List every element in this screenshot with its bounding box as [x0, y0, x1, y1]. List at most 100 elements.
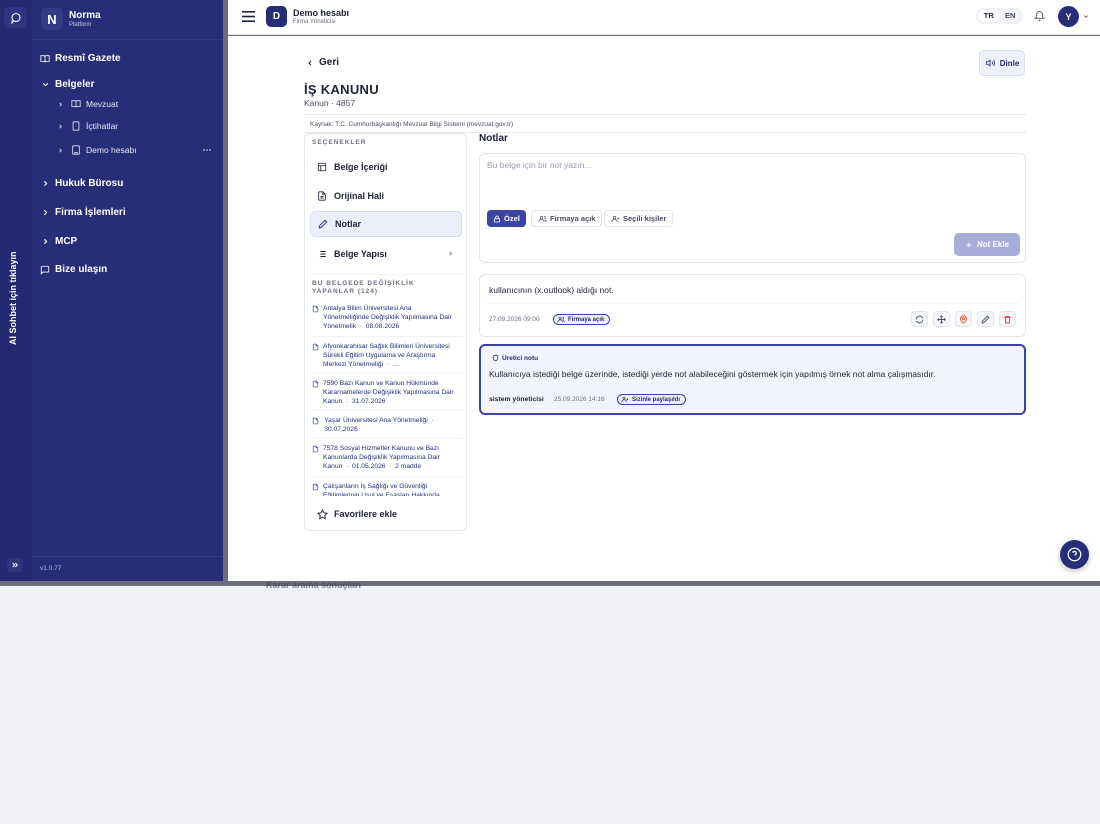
divider	[312, 438, 462, 439]
change-date: 31.07.2026	[352, 398, 386, 405]
ai-chat-button[interactable]	[4, 7, 27, 28]
change-item[interactable]: Afyonkarahisar Sağlık Bilimleri Üniversi…	[312, 342, 458, 370]
sidebar-subitem-mevzuat[interactable]: Mevzuat	[57, 99, 118, 109]
sidebar-item-resmi-gazete[interactable]: Resmî Gazete	[40, 53, 121, 64]
chevron-right-icon	[57, 101, 65, 108]
back-button[interactable]: Geri	[306, 57, 339, 68]
change-item[interactable]: Antalya Bilim Üniversitesi Ana Yönetmeli…	[312, 304, 458, 331]
locate-note-button[interactable]	[955, 311, 972, 327]
user-avatar[interactable]: Y	[1058, 6, 1079, 27]
note-author: sistem yöneticisi	[489, 396, 544, 403]
sidebar-item-bize-ulasin[interactable]: Bize ulaşın	[40, 264, 107, 275]
change-item[interactable]: Çalışanların İş Sağlığı ve Güvenliği Eği…	[312, 482, 458, 496]
sidebar-item-label: Hukuk Bürosu	[55, 178, 124, 189]
menu-toggle-button[interactable]	[242, 11, 255, 22]
sidebar-item-hukuk-burosu[interactable]: Hukuk Bürosu	[40, 178, 123, 189]
chevron-left-icon	[308, 60, 312, 65]
visibility-company-button[interactable]: Firmaya açık	[531, 210, 603, 227]
listen-label: Dinle	[999, 58, 1020, 68]
sidebar-item-belgeler[interactable]: Belgeler	[40, 79, 94, 90]
delete-note-button[interactable]	[999, 311, 1016, 327]
chat-bubble-icon	[10, 12, 21, 24]
document-icon	[312, 444, 319, 471]
document-icon	[312, 416, 320, 434]
sidebar-subitem-ictihatlar[interactable]: İçtihatlar	[57, 121, 118, 131]
sidebar: N Norma Platform Resmî Gazete Belgeler M…	[32, 0, 223, 581]
change-title: Afyonkarahisar Sağlık Bilimleri Üniversi…	[323, 343, 450, 368]
hamburger-icon	[242, 11, 255, 22]
document-icon	[312, 342, 319, 370]
note-date: 25.09.2026 14:16	[554, 396, 605, 403]
notifications-button[interactable]	[1034, 10, 1045, 22]
language-switch[interactable]: TR EN	[976, 8, 1023, 24]
change-item[interactable]: 7578 Sosyal Hizmetler Kanunu ve Bazı Kan…	[312, 444, 458, 471]
option-belge-icerigi[interactable]: Belge İçeriği	[310, 154, 462, 180]
trash-icon	[1004, 315, 1011, 323]
bell-icon	[1034, 11, 1045, 22]
change-date: 01.05.2026	[352, 463, 386, 470]
chevron-right-icon	[40, 237, 50, 247]
chevron-down-icon	[40, 80, 50, 90]
option-notlar[interactable]: Notlar	[310, 211, 462, 237]
refresh-icon	[915, 315, 924, 323]
changes-caption: BU BELGEDE DEĞİŞİKLİK YAPANLAR (124)	[312, 280, 415, 295]
option-orijinal-hali[interactable]: Orijinal Hali	[310, 183, 462, 209]
sidebar-item-label: Resmî Gazete	[55, 53, 121, 64]
divider	[487, 303, 1018, 304]
sidebar-item-firma-islemleri[interactable]: Firma İşlemleri	[40, 207, 126, 218]
document-icon	[312, 304, 319, 331]
note-shared-badge: Sizinle paylaşıldı	[617, 394, 687, 405]
change-item[interactable]: Yaşar Üniversitesi Ana Yönetmeliği · 30.…	[312, 416, 458, 434]
favorite-label: Favorilere ekle	[334, 509, 398, 519]
expand-sidebar-button[interactable]	[7, 558, 23, 572]
badge-label: Firmaya açık	[568, 316, 605, 323]
add-to-favorites-button[interactable]: Favorilere ekle	[305, 497, 466, 530]
document-icon	[312, 379, 319, 406]
move-note-button[interactable]	[933, 311, 950, 327]
brand-logo: N	[41, 8, 63, 30]
option-belge-yapisi[interactable]: Belge Yapısı	[310, 241, 462, 267]
user-share-icon	[621, 396, 629, 403]
brand-name: Norma	[69, 9, 101, 21]
message-square-icon	[40, 265, 50, 275]
note-input[interactable]	[487, 160, 887, 180]
sidebar-subitem-label: Mevzuat	[86, 99, 119, 109]
visibility-private-button[interactable]: Özel	[487, 210, 526, 227]
option-label: Belge Yapısı	[334, 249, 387, 259]
ai-chat-vertical-label[interactable]: AI Sohbet için tıklayın	[8, 235, 22, 345]
help-button[interactable]	[1060, 540, 1089, 569]
sidebar-item-label: MCP	[55, 236, 78, 247]
users-icon	[557, 316, 565, 323]
change-extra: 2 madde	[395, 463, 422, 470]
lang-tr-button[interactable]: TR	[978, 10, 1000, 22]
account-switcher[interactable]: D Demo hesabı Firma Yöneticisi	[266, 6, 349, 27]
building-icon	[71, 145, 81, 155]
lang-en-button[interactable]: EN	[1000, 10, 1022, 22]
option-label: Belge İçeriği	[334, 162, 388, 172]
listen-button[interactable]: Dinle	[979, 50, 1025, 76]
chevron-down-icon[interactable]	[1082, 13, 1090, 20]
sync-note-button[interactable]	[911, 311, 928, 327]
table-icon	[317, 162, 328, 172]
note-visibility-badge: Firmaya açık	[553, 314, 611, 325]
chevron-right-icon	[40, 179, 50, 189]
change-item[interactable]: 7590 Bazı Kanun ve Kanun Hükmünde Kararn…	[312, 379, 458, 406]
app-frame: AI Sohbet için tıklayın N Norma Platform…	[0, 0, 1100, 586]
chevron-right-icon	[57, 147, 65, 154]
pencil-icon	[981, 314, 990, 323]
visibility-selected-people-button[interactable]: Seçili kişiler	[604, 210, 674, 227]
move-icon	[937, 314, 946, 324]
change-date: 30.07.2026	[324, 426, 358, 433]
lock-icon	[493, 215, 501, 222]
document-subtitle: Kanun · 4857	[304, 98, 356, 108]
plus-icon	[966, 242, 972, 247]
edit-note-button[interactable]	[977, 311, 994, 327]
sidebar-item-mcp[interactable]: MCP	[40, 236, 77, 247]
more-options-icon[interactable]	[202, 145, 212, 155]
add-note-button[interactable]: Not Ekle	[954, 233, 1020, 256]
account-role: Firma Yöneticisi	[293, 18, 336, 25]
sidebar-subitem-demo-hesabi[interactable]: Demo hesabı	[57, 145, 137, 155]
brand[interactable]: N Norma Platform	[41, 8, 101, 30]
tag-label: Üretici notu	[502, 354, 539, 362]
brand-sub: Platform	[69, 21, 92, 28]
